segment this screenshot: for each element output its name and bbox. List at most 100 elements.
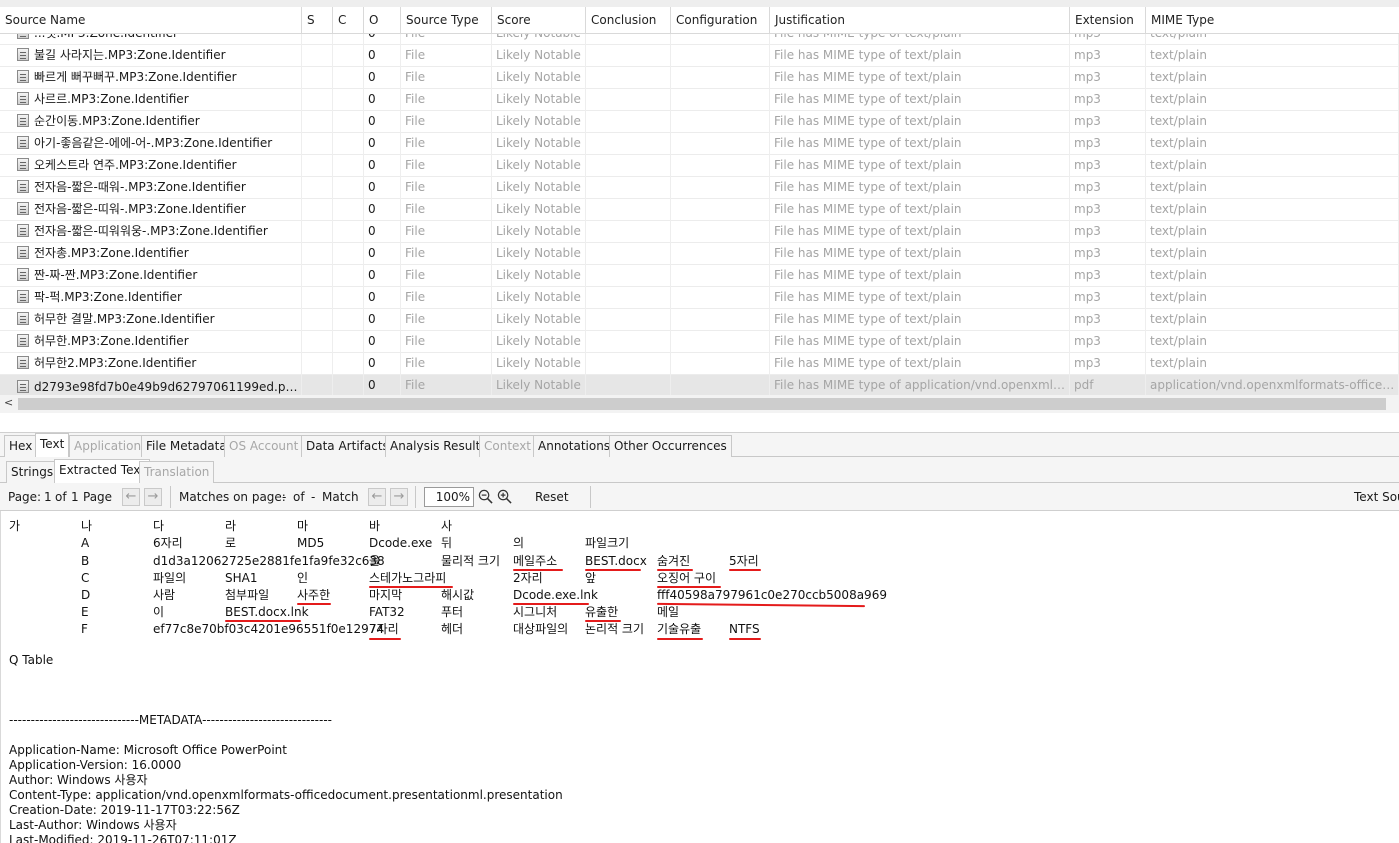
empty-cell xyxy=(586,309,671,331)
next-match-button[interactable]: → xyxy=(390,488,408,506)
table-row[interactable]: 허무한 결말.MP3:Zone.Identifier 0 File Likely No… xyxy=(0,309,1399,331)
tab-application[interactable]: Application xyxy=(69,435,147,457)
column-header-source-type[interactable]: Source Type xyxy=(401,7,492,34)
table-row[interactable]: 전자음-짧은-때워-.MP3:Zone.Identifier 0 File Likel… xyxy=(0,177,1399,199)
column-header-score[interactable]: Score xyxy=(492,7,586,34)
justification-cell: File has MIME type of text/plain xyxy=(770,287,1070,309)
column-header-source-name[interactable]: Source Name xyxy=(0,7,302,34)
table-row[interactable]: 빠르게 뻐꾸뻐꾸.MP3:Zone.Identifier 0 File Likely … xyxy=(0,67,1399,89)
zoom-level[interactable]: 100% xyxy=(424,487,474,507)
empty-cell xyxy=(333,89,364,111)
type-cell: File xyxy=(401,34,492,45)
tab-os-account[interactable]: OS Account xyxy=(224,435,304,457)
ext-cell: mp3 xyxy=(1070,309,1146,331)
file-icon xyxy=(17,290,29,303)
mime-cell: text/plain xyxy=(1146,243,1399,265)
score-cell: Likely Notable xyxy=(492,287,586,309)
tab-translation[interactable]: Translation xyxy=(139,461,215,483)
tab-strings[interactable]: Strings xyxy=(6,461,59,483)
justification-cell: File has MIME type of text/plain xyxy=(770,331,1070,353)
previous-page-button[interactable]: ← xyxy=(122,488,140,506)
source-name-cell: 오케스트라 연주.MP3:Zone.Identifier xyxy=(0,155,302,177)
empty-cell xyxy=(671,309,770,331)
tab-annotations[interactable]: Annotations xyxy=(533,435,616,457)
panel-splitter[interactable] xyxy=(0,413,1399,433)
table-row[interactable]: 팍-퍽.MP3:Zone.Identifier 0 File Likely Notab… xyxy=(0,287,1399,309)
type-cell: File xyxy=(401,133,492,155)
tab-other-occurrences[interactable]: Other Occurrences xyxy=(609,435,732,457)
table-row[interactable]: 오케스트라 연주.MP3:Zone.Identifier 0 File Likely … xyxy=(0,155,1399,177)
mime-cell: text/plain xyxy=(1146,177,1399,199)
tab-analysis-results[interactable]: Analysis Results xyxy=(385,435,492,457)
table-row[interactable]: 사르르.MP3:Zone.Identifier 0 File Likely Notab… xyxy=(0,89,1399,111)
reset-button[interactable]: Reset xyxy=(535,483,569,511)
previous-match-button[interactable]: ← xyxy=(368,488,386,506)
grid-cell: FAT32 xyxy=(369,605,405,619)
column-header-c[interactable]: C xyxy=(333,7,364,34)
column-header-conclusion[interactable]: Conclusion xyxy=(586,7,671,34)
source-name-text: 짠-짜-짠.MP3:Zone.Identifier xyxy=(34,268,198,282)
empty-cell xyxy=(586,67,671,89)
table-row[interactable]: 순간이동.MP3:Zone.Identifier 0 File Likely Nota… xyxy=(0,111,1399,133)
grid-cell: 헤더 xyxy=(441,622,464,636)
column-header-mime-type[interactable]: MIME Type xyxy=(1146,7,1399,34)
next-page-button[interactable]: → xyxy=(144,488,162,506)
metadata-line: Author: Windows 사용자 xyxy=(9,773,148,787)
table-header: Source Name S C O Source Type Score Conc… xyxy=(0,7,1399,34)
column-header-o[interactable]: O xyxy=(364,7,401,34)
ext-cell: mp3 xyxy=(1070,111,1146,133)
justification-cell: File has MIME type of text/plain xyxy=(770,133,1070,155)
tab-context[interactable]: Context xyxy=(479,435,537,457)
o-cell: 0 xyxy=(364,375,401,395)
empty-cell xyxy=(586,353,671,375)
scrollbar-thumb[interactable] xyxy=(18,398,1386,410)
table-row[interactable]: 아기-좋음같은-에에-어-.MP3:Zone.Identifier 0 File Li… xyxy=(0,133,1399,155)
zoom-out-icon[interactable] xyxy=(478,489,493,504)
red-underline xyxy=(513,569,563,571)
table-row[interactable]: ...릿.MP3:Zone.Identifier 0FileLikely Nota… xyxy=(0,34,1399,45)
empty-cell xyxy=(333,309,364,331)
mime-cell: text/plain xyxy=(1146,45,1399,67)
column-header-s[interactable]: S xyxy=(302,7,333,34)
column-header-extension[interactable]: Extension xyxy=(1070,7,1146,34)
source-name-cell: 빠르게 뻐꾸뻐꾸.MP3:Zone.Identifier xyxy=(0,67,302,89)
tab-text[interactable]: Text xyxy=(35,433,70,458)
table-row[interactable]: 불길 사라지는.MP3:Zone.Identifier 0 File Likely N… xyxy=(0,45,1399,67)
source-name-cell: 전자음-짧은-띠워워웅-.MP3:Zone.Identifier xyxy=(0,221,302,243)
table-row[interactable]: 허무한2.MP3:Zone.Identifier 0 File Likely Nota… xyxy=(0,353,1399,375)
tab-hex[interactable]: Hex xyxy=(4,435,38,457)
table-row[interactable]: 전자음-짧은-띠워워웅-.MP3:Zone.Identifier 0 File Lik… xyxy=(0,221,1399,243)
file-icon xyxy=(17,246,29,259)
score-cell: Likely Notable xyxy=(492,177,586,199)
table-row[interactable]: d2793e98fd7b0e49b9d62797061199ed.pdf✓0Fi… xyxy=(0,375,1399,395)
table-row[interactable]: 전자음-짧은-띠워-.MP3:Zone.Identifier 0 File Likel… xyxy=(0,199,1399,221)
column-header-configuration[interactable]: Configuration xyxy=(671,7,770,34)
score-cell: Likely Notable xyxy=(492,111,586,133)
grid-cell: 사주한 xyxy=(297,588,331,602)
grid-cell: 기술유출 xyxy=(657,622,702,636)
o-cell: 0 xyxy=(364,155,401,177)
empty-cell xyxy=(333,375,364,395)
column-header-justification[interactable]: Justification xyxy=(770,7,1070,34)
tab-extracted-text[interactable]: Extracted Text xyxy=(54,459,151,484)
justification-cell: File has MIME type of text/plain xyxy=(770,67,1070,89)
tab-data-artifacts[interactable]: Data Artifacts xyxy=(301,435,394,457)
zoom-in-icon[interactable] xyxy=(497,489,512,504)
red-underline xyxy=(369,586,453,588)
table-row[interactable]: 전자총.MP3:Zone.Identifier 0 File Likely Notab… xyxy=(0,243,1399,265)
grid-cell: 오징어 구이 xyxy=(657,571,717,585)
o-cell: 0 xyxy=(364,111,401,133)
table-row[interactable]: 짠-짜-짠.MP3:Zone.Identifier 0 File Likely Not… xyxy=(0,265,1399,287)
empty-cell xyxy=(302,353,333,375)
grid-cell: BEST.docx.lnk xyxy=(225,605,309,619)
horizontal-scrollbar[interactable]: < xyxy=(0,395,1399,413)
scroll-left-icon[interactable]: < xyxy=(4,396,13,409)
justification-cell: File has MIME type of text/plain xyxy=(770,309,1070,331)
source-name-text: ...릿.MP3:Zone.Identifier xyxy=(34,34,178,40)
table-row[interactable]: 허무한.MP3:Zone.Identifier 0 File Likely Notab… xyxy=(0,331,1399,353)
justification-cell: File has MIME type of text/plain xyxy=(770,199,1070,221)
justification-cell: File has MIME type of text/plain xyxy=(770,89,1070,111)
source-name-cell: 짠-짜-짠.MP3:Zone.Identifier xyxy=(0,265,302,287)
tab-file-metadata[interactable]: File Metadata xyxy=(141,435,232,457)
mime-cell: text/plain xyxy=(1146,133,1399,155)
